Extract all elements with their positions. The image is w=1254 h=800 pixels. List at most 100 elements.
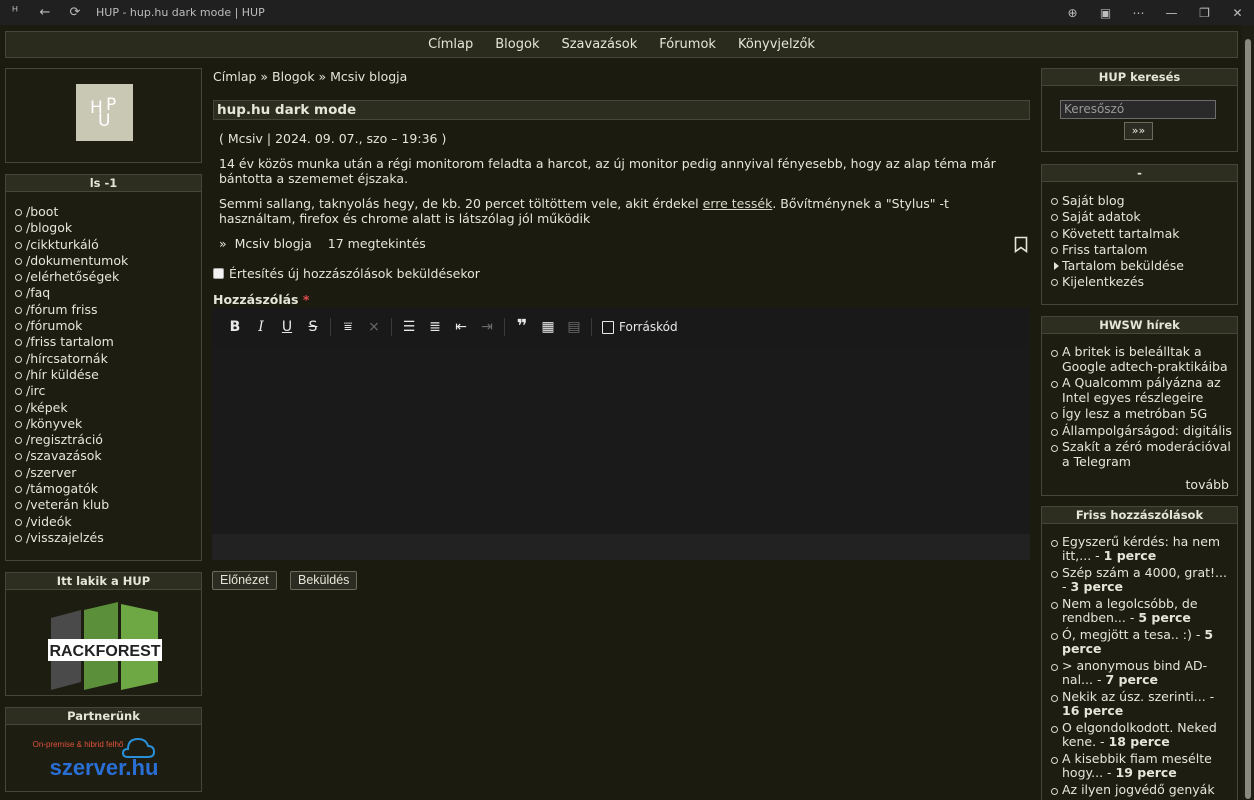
recent-comments-list: Egyszerű kérdés: ha nem itt,... - 1 perc… [1042, 524, 1237, 800]
search-button[interactable]: »» [1124, 122, 1153, 140]
close-icon[interactable]: ✕ [1221, 6, 1254, 20]
source-button[interactable]: Forráskód [602, 320, 678, 334]
table-icon[interactable]: ▦ [535, 314, 561, 340]
outdent-icon[interactable]: ⇤ [448, 314, 474, 340]
hup-logo[interactable]: H U P [76, 84, 133, 141]
user-menu-item[interactable]: Tartalom beküldése [1042, 258, 1237, 274]
underline-icon[interactable]: U [274, 314, 300, 340]
user-menu-item[interactable]: Követett tartalmak [1042, 226, 1237, 242]
comment-item[interactable]: > anonymous bind AD-nal... - 7 perce [1042, 659, 1233, 687]
comment-item[interactable]: Egyszerű kérdés: ha nem itt,... - 1 perc… [1042, 535, 1233, 563]
comment-textarea[interactable] [212, 346, 1030, 534]
indent-icon[interactable]: ⇥ [474, 314, 500, 340]
numbered-list-icon[interactable]: ≣ [422, 314, 448, 340]
zoom-icon[interactable]: ⊕ [1056, 6, 1089, 20]
list-item[interactable]: /regisztráció [6, 432, 201, 448]
more-icon[interactable]: ⋯ [1122, 6, 1155, 20]
news-item[interactable]: A Qualcomm pályázna az Intel egyes részl… [1042, 375, 1233, 405]
comment-item[interactable]: A kisebbik fiam mesélte hogy... - 19 per… [1042, 752, 1233, 780]
list-item[interactable]: /videók [6, 514, 201, 530]
toolbar-separator [504, 318, 505, 336]
editor-toolbar: B I U S ⩸ ⨯ ☰ ≣ ⇤ ⇥ ❞ ▦ ▤ Forráskód [212, 308, 1030, 346]
reader-icon[interactable]: ▣ [1089, 6, 1122, 20]
news-item[interactable]: A britek is beleálltak a Google adtech-p… [1042, 344, 1233, 374]
page-scrollbar[interactable] [1242, 25, 1254, 800]
italic-icon[interactable]: I [248, 314, 274, 340]
comment-editor: B I U S ⩸ ⨯ ☰ ≣ ⇤ ⇥ ❞ ▦ ▤ Forráskód [212, 308, 1030, 560]
strikethrough-icon[interactable]: S [300, 314, 326, 340]
list-item[interactable]: /hírcsatornák [6, 351, 201, 367]
required-mark: * [302, 292, 310, 307]
nav-cimlap[interactable]: Címlap [428, 37, 473, 52]
rackforest-logo[interactable]: RACKFOREST [6, 590, 201, 694]
news-item[interactable]: Állampolgárságod: digitális [1042, 423, 1233, 439]
list-item[interactable]: /cikkturkáló [6, 237, 201, 253]
list-item[interactable]: /könyvek [6, 416, 201, 432]
list-item[interactable]: /képek [6, 400, 201, 416]
search-input[interactable]: Keresőszó [1060, 100, 1216, 119]
list-item[interactable]: /blogok [6, 220, 201, 236]
reload-icon[interactable]: ⟳ [60, 5, 90, 20]
image-icon[interactable]: ▤ [561, 314, 587, 340]
notify-checkbox[interactable] [213, 268, 224, 279]
list-item[interactable]: /hír küldése [6, 367, 201, 383]
list-item[interactable]: /friss tartalom [6, 334, 201, 350]
bold-icon[interactable]: B [222, 314, 248, 340]
host-block: Itt lakik a HUP RACKFOREST [5, 572, 202, 696]
nav-szavazasok[interactable]: Szavazások [561, 37, 637, 52]
comment-label-text: Hozzászólás [213, 292, 299, 307]
list-item[interactable]: /támogatók [6, 481, 201, 497]
breadcrumb[interactable]: Címlap » Blogok » Mcsiv blogja [213, 69, 407, 84]
author-link[interactable]: Mcsiv [228, 131, 263, 146]
preview-button[interactable]: Előnézet [212, 571, 277, 590]
source-label: Forráskód [619, 320, 678, 334]
nav-konyvjelzok[interactable]: Könyvjelzők [738, 37, 815, 52]
more-link[interactable]: tovább [1186, 477, 1229, 492]
ls-block-title: ls -1 [6, 175, 201, 192]
list-item[interactable]: /dokumentumok [6, 253, 201, 269]
comment-item[interactable]: Nekik az úsz. szerinti... - 16 perce [1042, 690, 1233, 718]
list-item[interactable]: /elérhetőségek [6, 269, 201, 285]
nav-blogok[interactable]: Blogok [495, 37, 539, 52]
comment-item[interactable]: Szép szám a 4000, grat!... - 3 perce [1042, 566, 1233, 594]
notify-option[interactable]: Értesítés új hozzászólások beküldésekor [213, 266, 480, 281]
restore-icon[interactable]: ❐ [1188, 6, 1221, 20]
minimize-icon[interactable]: — [1155, 6, 1188, 20]
list-item[interactable]: /boot [6, 204, 201, 220]
partner-block-title: Partnerünk [6, 708, 201, 725]
search-block-title: HUP keresés [1042, 69, 1237, 86]
list-item[interactable]: /szerver [6, 465, 201, 481]
clear-format-icon[interactable]: ⨯ [361, 314, 387, 340]
szerverhu-logo[interactable]: On-premise & hibrid felhő szerver.hu [6, 725, 201, 791]
erre-tessek-link[interactable]: erre tessék [703, 196, 773, 211]
comment-item[interactable]: O elgondolkodott. Neked kene. - 18 perce [1042, 721, 1233, 749]
news-item[interactable]: Így lesz a metróban 5G [1042, 406, 1233, 422]
list-item[interactable]: /visszajelzés [6, 530, 201, 546]
back-icon[interactable]: ← [30, 5, 60, 20]
comment-item[interactable]: Ó, megjött a tesa.. :) - 5 perce [1042, 628, 1233, 656]
bookmark-icon[interactable] [1014, 236, 1028, 253]
remove-format-icon[interactable]: ⩸ [335, 314, 361, 340]
user-menu-item[interactable]: Kijelentkezés [1042, 274, 1237, 290]
user-menu-item[interactable]: Saját blog [1042, 193, 1237, 209]
rackforest-text: RACKFOREST [49, 643, 160, 660]
nav-forumok[interactable]: Fórumok [659, 37, 716, 52]
blockquote-icon[interactable]: ❞ [509, 314, 535, 340]
comment-item[interactable]: Nem a legolcsóbb, de rendben... - 5 perc… [1042, 597, 1233, 625]
comment-item[interactable]: Az ilyen jogvédő genyák az... [1042, 783, 1233, 800]
hwsw-list: A britek is beleálltak a Google adtech-p… [1042, 334, 1237, 469]
list-item[interactable]: /fórumok [6, 318, 201, 334]
user-menu-list: Saját blog Saját adatok Követett tartalm… [1042, 182, 1237, 291]
user-menu-item[interactable]: Saját adatok [1042, 209, 1237, 225]
bulleted-list-icon[interactable]: ☰ [396, 314, 422, 340]
news-item[interactable]: Szakít a zéró moderációval a Telegram [1042, 439, 1233, 469]
list-item[interactable]: /szavazások [6, 448, 201, 464]
submit-button[interactable]: Beküldés [290, 571, 358, 590]
list-item[interactable]: /irc [6, 383, 201, 399]
list-item[interactable]: /veterán klub [6, 497, 201, 513]
blog-link[interactable]: Mcsiv blogja [235, 236, 312, 251]
list-item[interactable]: /fórum friss [6, 302, 201, 318]
scrollbar-thumb[interactable] [1245, 39, 1251, 799]
list-item[interactable]: /faq [6, 285, 201, 301]
user-menu-item[interactable]: Friss tartalom [1042, 242, 1237, 258]
